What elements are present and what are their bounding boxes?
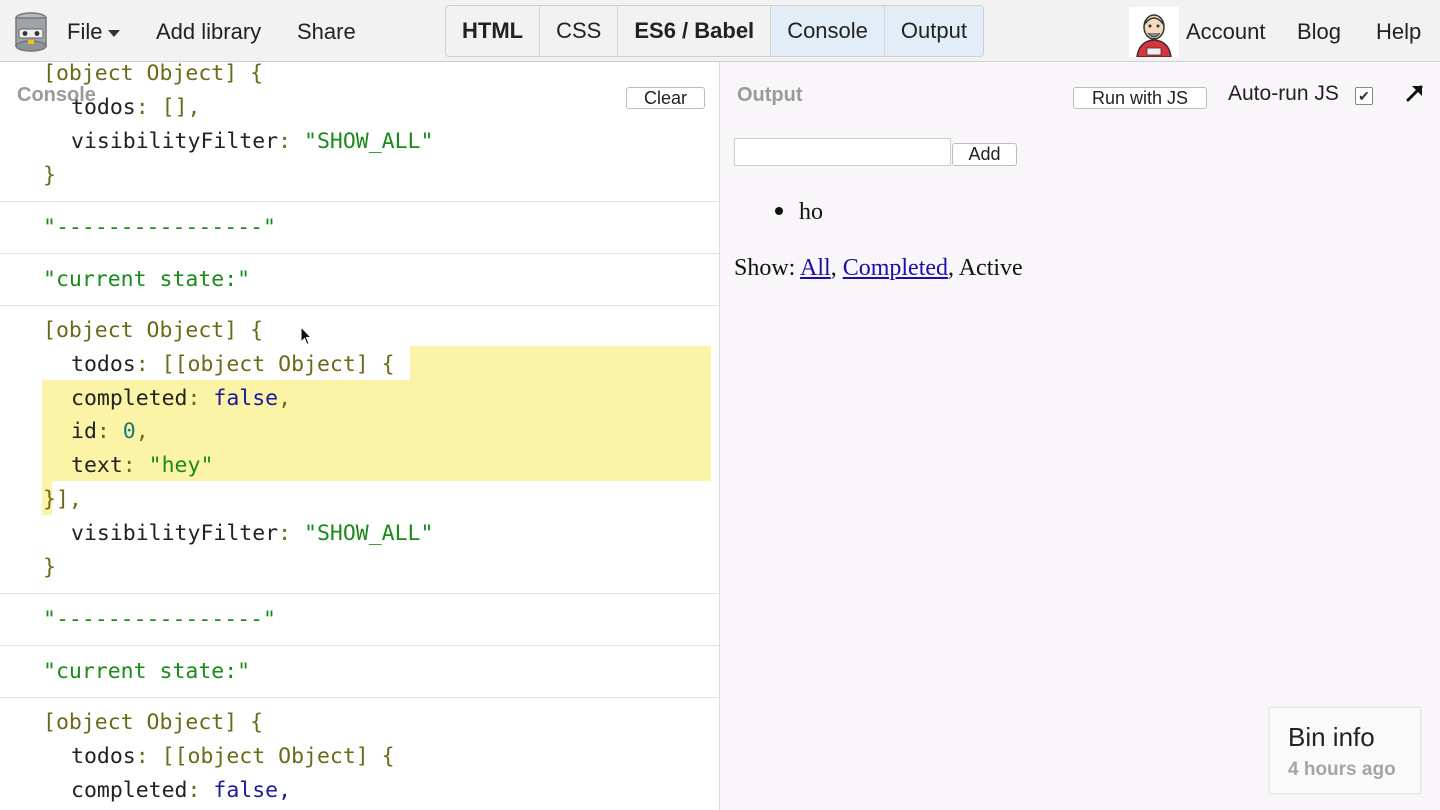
top-bar: File Add library Share HTML CSS ES6 / Ba… [0, 0, 1440, 62]
key-token: visibilityFilter [71, 129, 279, 154]
account-link[interactable]: Account [1186, 19, 1266, 45]
string-token: "hey" [148, 453, 214, 478]
todo-input[interactable] [734, 138, 951, 166]
key-token: id [71, 419, 97, 444]
filter-prefix: Show: [734, 255, 801, 281]
console-log-entry: "current state:" [0, 254, 719, 306]
log-line: todos: [[object Object] { [71, 744, 395, 769]
mouse-cursor-icon [300, 326, 312, 346]
add-library-menu[interactable]: Add library [156, 19, 261, 45]
log-line: } [43, 551, 56, 585]
object-open-token: [object Object] { [43, 318, 264, 343]
filter-active-current: Active [958, 255, 1023, 281]
bin-info-timestamp: 4 hours ago [1288, 759, 1396, 780]
object-close-token: } [43, 163, 56, 188]
todo-item[interactable]: ho [775, 199, 823, 226]
log-line: visibilityFilter: "SHOW_ALL" [71, 521, 434, 546]
object-open-token: [object Object] { [43, 710, 264, 735]
jsbin-logo-icon[interactable] [14, 10, 48, 54]
string-token: "----------------" [43, 607, 276, 632]
console-panel-title: Console [17, 84, 96, 106]
output-panel-title: Output [737, 84, 803, 106]
selection-highlight [410, 346, 711, 380]
chevron-down-icon [108, 29, 121, 37]
tab-css[interactable]: CSS [540, 6, 619, 56]
bin-info-title: Bin info [1288, 722, 1375, 752]
todo-item-text: ho [799, 199, 823, 225]
bin-info-panel[interactable]: Bin info 4 hours ago [1269, 707, 1421, 794]
key-token: completed [71, 778, 188, 803]
console-log-entry: "current state:" [0, 646, 719, 698]
filter-all-link[interactable]: All [800, 255, 831, 281]
tab-es6-babel[interactable]: ES6 / Babel [618, 6, 772, 56]
console-log-entry: "----------------" [0, 202, 719, 254]
popout-arrow-icon[interactable] [1402, 80, 1428, 106]
boolean-token: false [213, 386, 279, 411]
object-open-token: [object Object] { [43, 62, 264, 86]
filter-completed-link[interactable]: Completed [843, 255, 948, 281]
log-line: }], [43, 483, 82, 517]
value-token: [] [161, 95, 188, 120]
share-menu[interactable]: Share [297, 19, 356, 45]
tab-console[interactable]: Console [771, 6, 885, 56]
tab-output[interactable]: Output [884, 6, 983, 56]
todo-list: ho [775, 199, 823, 226]
console-log-entry: "----------------" [0, 594, 719, 646]
bullet-icon [775, 207, 783, 216]
log-line: visibilityFilter: "SHOW_ALL" [71, 129, 434, 154]
log-line: todos: [[object Object] { [71, 352, 395, 377]
string-token: "current state:" [43, 267, 251, 292]
avatar[interactable] [1129, 7, 1179, 57]
object-close-token: } [43, 555, 56, 580]
console-log-entry: [object Object] { todos: [[object Object… [0, 306, 719, 594]
panel-toggles: HTML CSS ES6 / Babel Console Output [445, 5, 984, 57]
key-token: todos [71, 352, 136, 377]
log-line: id: 0, [71, 419, 149, 444]
auto-run-js-label: Auto-run JS [1228, 82, 1339, 105]
log-line: text: "hey" [71, 453, 214, 478]
clear-console-button[interactable]: Clear [626, 87, 705, 109]
tab-html[interactable]: HTML [446, 6, 541, 56]
filter-links: Show: All, Completed, Active [734, 255, 1023, 282]
key-token: completed [71, 386, 188, 411]
array-open-token: [[object Object] { [161, 744, 395, 769]
filter-separator: , [830, 255, 843, 281]
output-panel: Output Run with JS Auto-run JS ✔ Add ho … [720, 62, 1440, 810]
log-line: [object Object] { [43, 314, 263, 348]
file-menu[interactable]: File [67, 19, 121, 45]
array-close-token: }], [43, 487, 82, 512]
log-line: completed: false, [71, 778, 292, 803]
string-token: "----------------" [43, 215, 276, 240]
console-log-entry: [object Object] { todos: [[object Object… [0, 698, 719, 810]
add-todo-button[interactable]: Add [952, 143, 1017, 166]
log-line: completed: false, [71, 386, 292, 411]
array-open-token: [[object Object] { [161, 352, 395, 377]
log-line: [object Object] { [43, 706, 263, 740]
string-token: "SHOW_ALL" [304, 521, 434, 546]
help-link[interactable]: Help [1376, 19, 1421, 45]
blog-link[interactable]: Blog [1297, 19, 1341, 45]
key-token: visibilityFilter [71, 521, 279, 546]
string-token: "SHOW_ALL" [304, 129, 434, 154]
filter-separator: , [948, 255, 959, 281]
log-line: } [43, 159, 56, 193]
string-token: "current state:" [43, 659, 251, 684]
auto-run-js-checkbox[interactable]: ✔ [1355, 87, 1373, 105]
console-log-entry: [object Object] { todos: [], visibilityF… [0, 62, 719, 202]
key-token: todos [71, 744, 136, 769]
file-menu-label: File [67, 19, 103, 44]
run-with-js-button[interactable]: Run with JS [1073, 87, 1207, 109]
boolean-token: false, [213, 778, 292, 803]
number-token: 0 [122, 419, 136, 444]
console-panel[interactable]: Console Clear [object Object] { todos: [… [0, 62, 720, 810]
key-token: text [71, 453, 123, 478]
